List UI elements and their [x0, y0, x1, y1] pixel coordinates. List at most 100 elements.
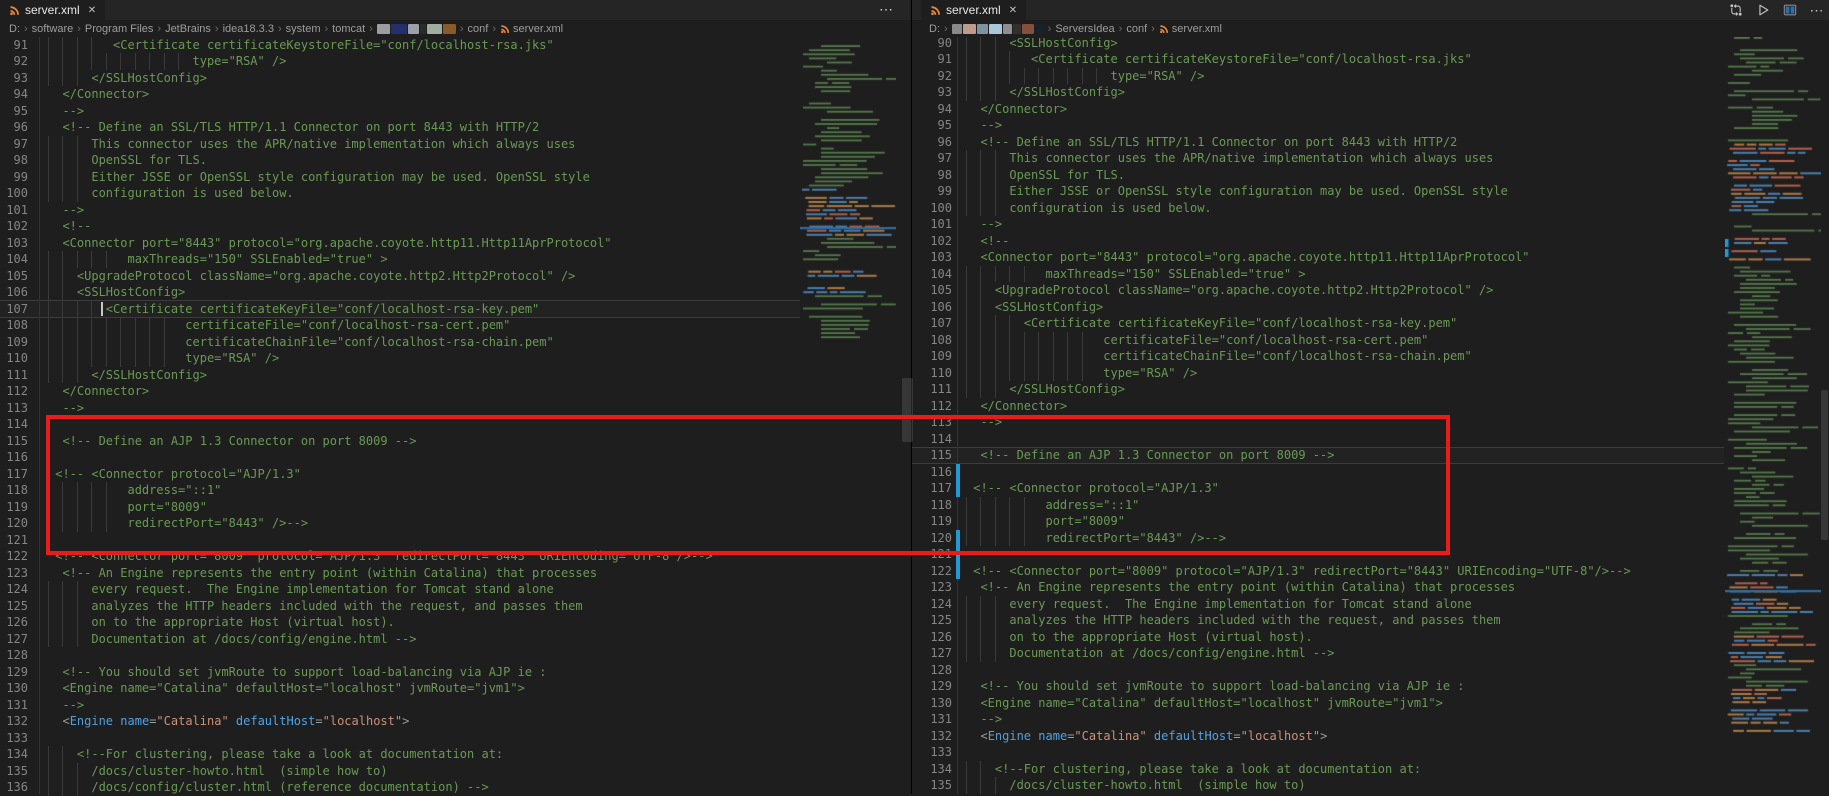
code-text: <!-- — [966, 233, 1009, 250]
line-number: 110 — [920, 365, 952, 382]
line-number: 117 — [2, 466, 28, 483]
line-number: 115 — [920, 447, 952, 464]
tab-label: server.xml — [25, 3, 80, 17]
line-number: 133 — [2, 730, 28, 747]
tab-server-xml-left[interactable]: server.xml ✕ — [0, 0, 105, 20]
code-text: <Certificate certificateKeystoreFile="co… — [966, 51, 1472, 68]
breadcrumb-item[interactable]: Program Files — [85, 23, 153, 35]
code-text: analyzes the HTTP headers included with … — [48, 598, 583, 615]
code-line: 119 port="8009" — [0, 499, 910, 516]
code-text: Either JSSE or OpenSSL style configurati… — [48, 169, 590, 186]
line-number: 115 — [2, 433, 28, 450]
code-editor-right[interactable]: 90 <SSLHostConfig>91 <Certificate certif… — [912, 0, 1829, 794]
code-text: Documentation at /docs/config/engine.htm… — [966, 645, 1334, 662]
line-number: 120 — [2, 515, 28, 532]
line-number: 110 — [2, 350, 28, 367]
breadcrumb-item[interactable]: server.xml — [1159, 23, 1222, 35]
split-editor-icon[interactable] — [1782, 2, 1798, 18]
minimap[interactable] — [800, 37, 896, 345]
line-number: 128 — [2, 647, 28, 664]
code-line: 111 </SSLHostConfig> — [0, 367, 910, 384]
breadcrumb-item[interactable]: idea18.3.3 — [223, 23, 274, 35]
line-number: 108 — [2, 317, 28, 334]
code-text: /docs/cluster-howto.html (simple how to) — [48, 763, 388, 780]
breadcrumb-item[interactable]: server.xml — [500, 23, 563, 35]
line-number: 121 — [920, 546, 952, 563]
code-text: <!-- — [48, 218, 91, 235]
vertical-scrollbar[interactable] — [902, 378, 913, 442]
code-line: 123 <!-- An Engine represents the entry … — [912, 579, 1829, 596]
breadcrumb-item[interactable]: conf — [1126, 23, 1147, 35]
breadcrumb-item[interactable]: ServersIdea — [1055, 23, 1114, 35]
breadcrumb-item[interactable]: D: — [9, 23, 20, 35]
code-line: 113 --> — [912, 414, 1829, 431]
line-number: 112 — [920, 398, 952, 415]
code-text: <!-- Define an SSL/TLS HTTP/1.1 Connecto… — [48, 119, 539, 136]
line-number: 107 — [920, 315, 952, 332]
code-line: 97 This connector uses the APR/native im… — [912, 150, 1829, 167]
code-text: configuration is used below. — [966, 200, 1212, 217]
code-text: <!-- <Connector port="8009" protocol="AJ… — [48, 548, 713, 565]
breadcrumb-label: tomcat — [332, 23, 365, 35]
breadcrumb-item[interactable]: conf — [468, 23, 489, 35]
breadcrumb-separator: › — [460, 23, 464, 35]
breadcrumb-separator: › — [369, 23, 373, 35]
code-text: <Certificate certificateKeystoreFile="co… — [48, 37, 554, 54]
open-changes-icon[interactable] — [1728, 2, 1744, 18]
line-number: 118 — [2, 482, 28, 499]
code-text: type="RSA" /> — [966, 68, 1204, 85]
code-text: </SSLHostConfig> — [48, 70, 207, 87]
code-line: 102 <!-- — [912, 233, 1829, 250]
line-number: 95 — [920, 117, 952, 134]
breadcrumb-item[interactable]: system — [286, 23, 321, 35]
code-text: <Engine name="Catalina" defaultHost="loc… — [966, 728, 1327, 745]
code-line: 122 <!-- <Connector port="8009" protocol… — [0, 548, 910, 565]
code-text: OpenSSL for TLS. — [48, 152, 207, 169]
redacted-block — [963, 24, 976, 34]
line-number: 105 — [2, 268, 28, 285]
breadcrumb-separator: › — [215, 23, 219, 35]
code-line: 126 on to the appropriate Host (virtual … — [0, 614, 910, 631]
code-line: 104 maxThreads="150" SSLEnabled="true" > — [912, 266, 1829, 283]
code-line: 102 <!-- — [0, 218, 910, 235]
breadcrumb-separator: › — [77, 23, 81, 35]
breadcrumb-label: conf — [468, 23, 489, 35]
code-line: 121 — [0, 532, 910, 549]
redacted-block — [977, 24, 988, 34]
code-text: type="RSA" /> — [966, 365, 1197, 382]
line-number: 130 — [920, 695, 952, 712]
code-line: 129 <!-- You should set jvmRoute to supp… — [0, 664, 910, 681]
line-number: 133 — [920, 744, 952, 761]
breadcrumb-item[interactable]: tomcat — [332, 23, 365, 35]
code-line: 116 — [0, 449, 910, 466]
run-icon[interactable] — [1755, 2, 1771, 18]
more-actions-icon[interactable]: ⋯ — [879, 0, 894, 20]
line-number: 91 — [920, 51, 952, 68]
breadcrumb-separator: › — [278, 23, 282, 35]
breadcrumb-item-redacted[interactable] — [377, 24, 456, 34]
close-icon[interactable]: ✕ — [1009, 5, 1017, 16]
breadcrumb-item[interactable]: software — [32, 23, 74, 35]
code-line: 122 <!-- <Connector port="8009" protocol… — [912, 563, 1829, 580]
line-number: 98 — [920, 167, 952, 184]
breadcrumb-label: idea18.3.3 — [223, 23, 274, 35]
breadcrumb: D:›software›Program Files›JetBrains›idea… — [0, 20, 910, 37]
code-text: </SSLHostConfig> — [48, 367, 207, 384]
close-icon[interactable]: ✕ — [88, 5, 96, 16]
code-text: <!-- <Connector protocol="AJP/1.3" — [966, 480, 1219, 497]
code-text: <Certificate certificateKeyFile="conf/lo… — [48, 301, 539, 318]
code-line: 93 </SSLHostConfig> — [912, 84, 1829, 101]
vertical-scrollbar[interactable] — [1821, 390, 1828, 540]
breadcrumb-item[interactable]: JetBrains — [165, 23, 211, 35]
code-line: 125 analyzes the HTTP headers included w… — [0, 598, 910, 615]
breadcrumb-item-redacted[interactable] — [952, 24, 1044, 34]
code-line: 103 <Connector port="8443" protocol="org… — [912, 249, 1829, 266]
code-line: 92 type="RSA" /> — [0, 53, 910, 70]
code-editor-left[interactable]: 91 <Certificate certificateKeystoreFile=… — [0, 0, 910, 794]
line-number: 99 — [920, 183, 952, 200]
tab-server-xml-right[interactable]: server.xml ✕ — [921, 0, 1026, 20]
minimap[interactable] — [1725, 37, 1821, 738]
code-line: 91 <Certificate certificateKeystoreFile=… — [0, 37, 910, 54]
more-actions-icon[interactable]: ⋯ — [1809, 2, 1825, 18]
breadcrumb-item[interactable]: D: — [929, 23, 940, 35]
